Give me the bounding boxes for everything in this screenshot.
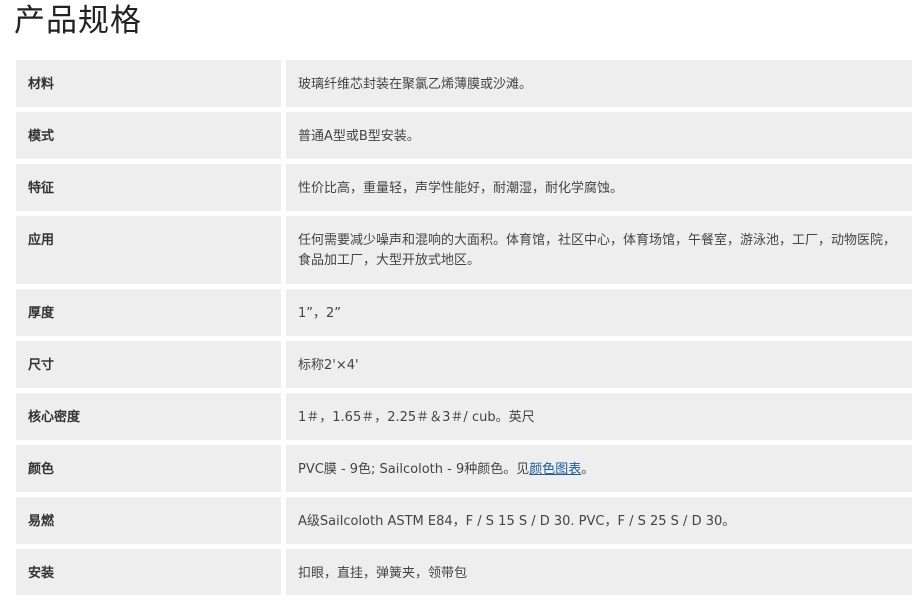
spec-label: 模式 [16,112,281,159]
spec-row-core-density: 核心密度 1＃，1.65＃，2.25＃＆3＃/ cub。英尺 [16,393,912,440]
spec-row-material: 材料 玻璃纤维芯封装在聚氯乙烯薄膜或沙滩。 [16,60,912,107]
spec-row-mode: 模式 普通A型或B型安装。 [16,112,912,159]
spec-row-thickness: 厚度 1”，2” [16,289,912,336]
spec-label: 颜色 [16,445,281,492]
color-value-suffix: 。 [581,462,595,477]
spec-value: 标称2'×4' [286,341,912,388]
spec-label: 安装 [16,549,281,595]
spec-label: 核心密度 [16,393,281,440]
spec-value: PVC膜 - 9色; Sailcoloth - 9种颜色。见颜色图表。 [286,445,912,492]
spec-value: A级Sailcoloth ASTM E84，F / S 15 S / D 30.… [286,497,912,544]
color-value-text: PVC膜 - 9色; Sailcoloth - 9种颜色。见 [298,462,530,477]
spec-value: 扣眼，直挂，弹簧夹，领带包 [286,549,912,595]
spec-row-color: 颜色 PVC膜 - 9色; Sailcoloth - 9种颜色。见颜色图表。 [16,445,912,492]
spec-value: 任何需要减少噪声和混响的大面积。体育馆，社区中心，体育场馆，午餐室，游泳池，工厂… [286,216,912,284]
spec-value: 普通A型或B型安装。 [286,112,912,159]
spec-label: 厚度 [16,289,281,336]
spec-table: 材料 玻璃纤维芯封装在聚氯乙烯薄膜或沙滩。 模式 普通A型或B型安装。 特征 性… [16,60,912,600]
spec-label: 应用 [16,216,281,284]
spec-value: 1”，2” [286,289,912,336]
spec-label: 特征 [16,164,281,211]
spec-value: 1＃，1.65＃，2.25＃＆3＃/ cub。英尺 [286,393,912,440]
spec-row-features: 特征 性价比高，重量轻，声学性能好，耐潮湿，耐化学腐蚀。 [16,164,912,211]
spec-value: 玻璃纤维芯封装在聚氯乙烯薄膜或沙滩。 [286,60,912,107]
spec-value: 性价比高，重量轻，声学性能好，耐潮湿，耐化学腐蚀。 [286,164,912,211]
spec-row-application: 应用 任何需要减少噪声和混响的大面积。体育馆，社区中心，体育场馆，午餐室，游泳池… [16,216,912,284]
spec-label: 易燃 [16,497,281,544]
spec-label: 材料 [16,60,281,107]
spec-label: 尺寸 [16,341,281,388]
spec-row-flammability: 易燃 A级Sailcoloth ASTM E84，F / S 15 S / D … [16,497,912,544]
page-title: 产品规格 [14,3,142,39]
color-chart-link[interactable]: 颜色图表 [529,462,581,477]
spec-row-installation: 安装 扣眼，直挂，弹簧夹，领带包 [16,549,912,595]
spec-row-size: 尺寸 标称2'×4' [16,341,912,388]
